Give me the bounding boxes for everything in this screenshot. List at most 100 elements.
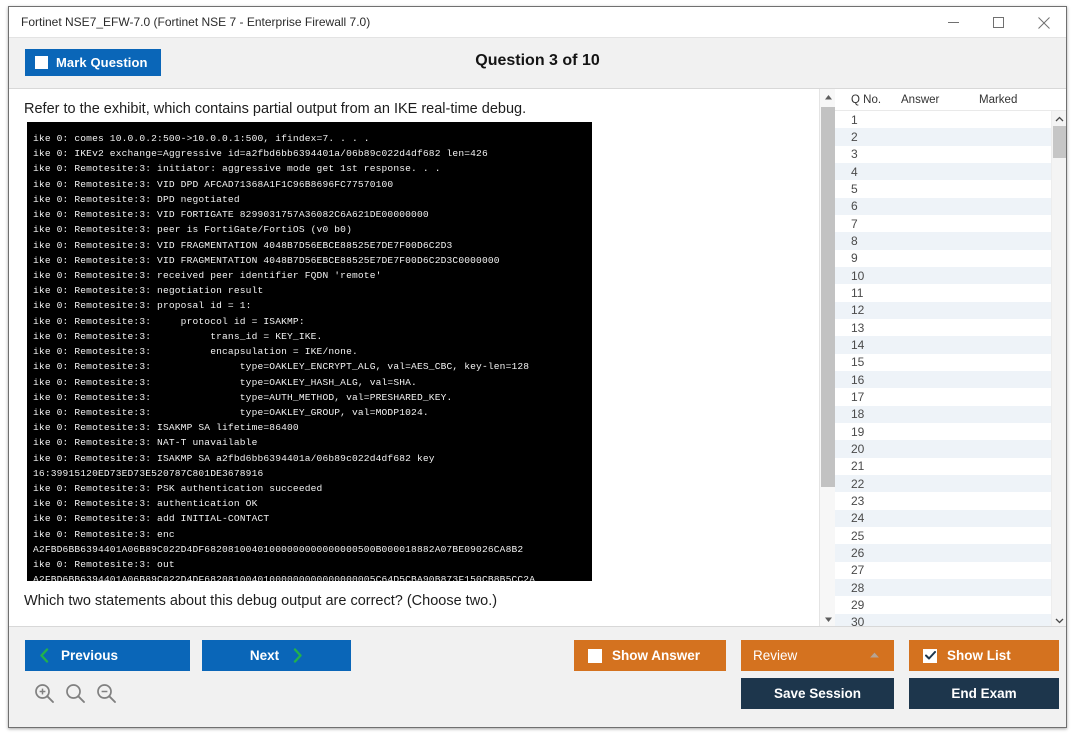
question-list-row[interactable]: 9 [835,250,1051,267]
end-exam-button[interactable]: End Exam [909,678,1059,709]
question-number-cell: 19 [835,425,901,439]
question-number-cell: 25 [835,529,901,543]
question-number-cell: 15 [835,355,901,369]
show-list-checkbox[interactable] [923,649,937,663]
previous-button[interactable]: Previous [25,640,190,671]
question-number-cell: 14 [835,338,901,352]
footer-bar: Previous Next Show Answer Review [9,626,1066,727]
column-header-marked: Marked [979,94,1049,106]
question-number-cell: 13 [835,321,901,335]
header-bar: Mark Question Question 3 of 10 [9,38,1066,89]
list-scrollbar-thumb[interactable] [1053,126,1066,158]
question-list-row[interactable]: 5 [835,180,1051,197]
question-list-row[interactable]: 12 [835,302,1051,319]
question-list-row[interactable]: 14 [835,336,1051,353]
question-list-scrollbar[interactable] [1051,111,1066,628]
column-header-answer: Answer [901,94,979,106]
chevron-down-icon [824,616,833,623]
question-list-row[interactable]: 10 [835,267,1051,284]
question-number-cell: 1 [835,113,901,127]
minimize-button[interactable] [931,7,976,38]
content-scrollbar[interactable] [819,89,835,628]
zoom-toolbar [33,682,117,704]
question-list-row[interactable]: 4 [835,163,1051,180]
question-list-row[interactable]: 23 [835,492,1051,509]
chevron-left-icon [39,648,50,663]
save-session-button[interactable]: Save Session [741,678,894,709]
end-exam-label: End Exam [951,686,1016,701]
question-number-cell: 24 [835,511,901,525]
question-list-row[interactable]: 24 [835,510,1051,527]
scrollbar-thumb[interactable] [821,107,835,487]
question-number-cell: 7 [835,217,901,231]
question-list-row[interactable]: 21 [835,458,1051,475]
question-list-row[interactable]: 28 [835,579,1051,596]
question-number-cell: 4 [835,165,901,179]
question-list-row[interactable]: 26 [835,544,1051,561]
chevron-up-icon [824,94,833,101]
question-list-row[interactable]: 17 [835,388,1051,405]
exhibit-console-output: ike 0: comes 10.0.0.2:500->10.0.0.1:500,… [27,122,592,581]
question-number-cell: 29 [835,598,901,612]
show-answer-button[interactable]: Show Answer [574,640,726,671]
question-list-header: Q No. Answer Marked [835,89,1066,111]
close-button[interactable] [1021,7,1066,38]
question-list-row[interactable]: 16 [835,371,1051,388]
zoom-reset-icon[interactable] [64,682,86,704]
mark-question-checkbox-icon [35,56,48,69]
minimize-icon [947,16,960,29]
question-list-row[interactable]: 8 [835,232,1051,249]
review-dropdown[interactable]: Review [741,640,894,671]
question-list-row[interactable]: 20 [835,440,1051,457]
check-icon [925,651,936,660]
zoom-out-icon[interactable] [95,682,117,704]
mark-question-button[interactable]: Mark Question [25,49,161,76]
question-list-row[interactable]: 27 [835,562,1051,579]
list-scroll-up-button[interactable] [1052,111,1067,126]
question-list-row[interactable]: 13 [835,319,1051,336]
question-number-cell: 2 [835,130,901,144]
question-list-row[interactable]: 15 [835,354,1051,371]
show-list-button[interactable]: Show List [909,640,1059,671]
question-list-row[interactable]: 2 [835,128,1051,145]
question-list-row[interactable]: 3 [835,146,1051,163]
question-list-row[interactable]: 25 [835,527,1051,544]
zoom-in-icon[interactable] [33,682,55,704]
question-number-cell: 20 [835,442,901,456]
question-number-cell: 8 [835,234,901,248]
question-number-cell: 28 [835,581,901,595]
question-number-cell: 17 [835,390,901,404]
next-button-label: Next [250,648,279,663]
save-session-label: Save Session [774,686,861,701]
question-number-cell: 9 [835,251,901,265]
review-label: Review [753,648,797,663]
title-bar: Fortinet NSE7_EFW-7.0 (Fortinet NSE 7 - … [9,7,1066,38]
question-list-row[interactable]: 6 [835,198,1051,215]
close-icon [1037,16,1051,30]
question-number-cell: 16 [835,373,901,387]
show-answer-checkbox[interactable] [588,649,602,663]
question-number-cell: 12 [835,303,901,317]
maximize-button[interactable] [976,7,1021,38]
question-pane: Refer to the exhibit, which contains par… [9,89,837,628]
question-number-cell: 23 [835,494,901,508]
maximize-icon [992,16,1005,29]
question-list-row[interactable]: 11 [835,284,1051,301]
question-list-row[interactable]: 19 [835,423,1051,440]
question-list-row[interactable]: 1 [835,111,1051,128]
question-list-body[interactable]: 1234567891011121314151617181920212223242… [835,111,1051,628]
question-list-row[interactable]: 22 [835,475,1051,492]
window-controls [931,7,1066,38]
question-list-row[interactable]: 29 [835,596,1051,613]
question-list-row[interactable]: 7 [835,215,1051,232]
show-answer-label: Show Answer [612,648,700,663]
scroll-up-button[interactable] [820,89,836,106]
question-list-panel: Q No. Answer Marked 12345678910111213141… [835,89,1066,628]
question-number-cell: 26 [835,546,901,560]
chevron-up-icon [869,651,880,659]
mark-question-label: Mark Question [56,55,148,70]
column-header-q-no: Q No. [835,94,901,106]
question-number-cell: 18 [835,407,901,421]
question-list-row[interactable]: 18 [835,406,1051,423]
next-button[interactable]: Next [202,640,351,671]
